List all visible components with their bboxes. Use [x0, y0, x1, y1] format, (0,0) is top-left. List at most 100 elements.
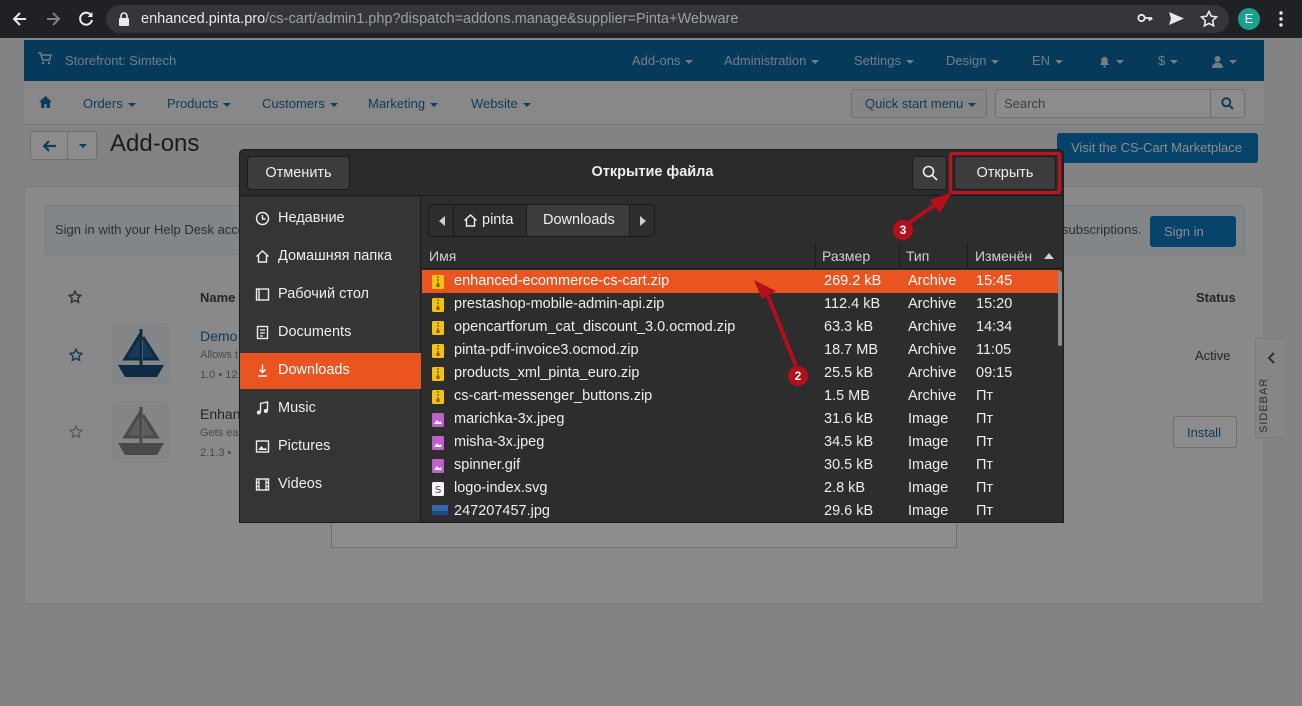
- file-modified: 15:45: [976, 273, 1013, 289]
- place-documents[interactable]: Documents: [240, 315, 421, 351]
- place-label: Downloads: [278, 362, 350, 378]
- back-arrow-icon[interactable]: [10, 9, 30, 29]
- file-type: Image: [908, 503, 949, 519]
- file-modified: Пт: [976, 457, 994, 473]
- file-row[interactable]: products_xml_pinta_euro.zip 25.5 kB Archiv…: [422, 362, 1060, 385]
- file-row[interactable]: Slogo-index.svg 2.8 kB Image Пт: [422, 477, 1060, 500]
- archive-icon: [432, 367, 444, 381]
- clock-icon: [255, 211, 270, 226]
- forward-arrow-icon[interactable]: [43, 9, 63, 29]
- desktop-icon: [255, 287, 270, 302]
- document-icon: [255, 325, 270, 340]
- image-file-icon: [432, 413, 444, 427]
- file-row[interactable]: misha-3x.jpeg 34.5 kB Image Пт: [422, 431, 1060, 454]
- open-button[interactable]: Открыть: [954, 156, 1056, 190]
- place-pictures[interactable]: Pictures: [240, 429, 421, 465]
- col-filename[interactable]: Имя: [429, 248, 456, 264]
- file-open-dialog: Отменить Открытие файла Открыть Недавние…: [239, 149, 1064, 523]
- file-name: cs-cart-messenger_buttons.zip: [454, 388, 653, 404]
- file-row[interactable]: enhanced-ecommerce-cs-cart.zip 269.2 kB Ar…: [422, 270, 1060, 293]
- image-file-icon: [432, 505, 448, 515]
- file-row[interactable]: 247207457.jpg 29.6 kB Image Пт: [422, 500, 1060, 522]
- col-size[interactable]: Размер: [822, 248, 870, 264]
- file-size: 1.5 MB: [824, 388, 870, 404]
- video-icon: [255, 477, 270, 492]
- place-videos[interactable]: Videos: [240, 467, 421, 503]
- place-label: Домашняя папка: [278, 248, 392, 264]
- place-label: Pictures: [278, 438, 331, 454]
- place-recent[interactable]: Недавние: [240, 201, 421, 237]
- path-downloads[interactable]: Downloads: [526, 204, 630, 237]
- browser-toolbar: enhanced.pinta.pro/cs-cart/admin1.php?di…: [0, 0, 1302, 38]
- file-modified: Пт: [976, 388, 994, 404]
- file-row[interactable]: marichka-3x.jpeg 31.6 kB Image Пт: [422, 408, 1060, 431]
- file-modified: Пт: [976, 411, 994, 427]
- file-name: products_xml_pinta_euro.zip: [454, 365, 640, 381]
- place-label: Videos: [278, 476, 323, 492]
- home-icon: [463, 213, 478, 228]
- file-size: 25.5 kB: [824, 365, 874, 381]
- file-size: 18.7 MB: [824, 342, 878, 358]
- file-type: Archive: [908, 388, 957, 404]
- place-music[interactable]: Music: [240, 391, 421, 427]
- image-file-icon: [432, 459, 444, 473]
- file-type: Archive: [908, 296, 957, 312]
- search-icon: [913, 165, 946, 181]
- dialog-search-button[interactable]: [912, 156, 947, 190]
- place-downloads[interactable]: Downloads: [240, 353, 421, 389]
- file-type: Image: [908, 480, 949, 496]
- file-type: Image: [908, 434, 949, 450]
- send-icon[interactable]: [1168, 10, 1185, 27]
- col-modified[interactable]: Изменён: [975, 248, 1032, 264]
- file-type: Archive: [908, 319, 957, 335]
- file-modified: 09:15: [976, 365, 1013, 381]
- file-modified: Пт: [976, 434, 994, 450]
- path-scroll-right[interactable]: [629, 204, 655, 237]
- file-name: opencartforum_cat_discount_3.0.ocmod.zip: [454, 319, 736, 335]
- file-size: 2.8 kB: [824, 480, 866, 496]
- file-row[interactable]: spinner.gif 30.5 kB Image Пт: [422, 454, 1060, 477]
- file-size: 29.6 kB: [824, 503, 874, 519]
- place-desktop[interactable]: Рабочий стол: [240, 277, 421, 313]
- col-type[interactable]: Тип: [906, 248, 929, 264]
- file-list-scrollbar[interactable]: [1058, 271, 1062, 346]
- lock-icon: [118, 12, 130, 26]
- address-bar[interactable]: enhanced.pinta.pro/cs-cart/admin1.php?di…: [106, 5, 1229, 33]
- path-scroll-left[interactable]: [428, 204, 454, 237]
- path-home-pinta[interactable]: pinta: [453, 204, 527, 237]
- path-segment-label: Downloads: [543, 212, 615, 228]
- reload-icon[interactable]: [76, 9, 96, 29]
- file-type: Archive: [908, 342, 957, 358]
- file-size: 34.5 kB: [824, 434, 874, 450]
- profile-avatar[interactable]: E: [1238, 8, 1260, 30]
- file-size: 63.3 kB: [824, 319, 874, 335]
- file-type: Archive: [908, 273, 957, 289]
- place-home[interactable]: Домашняя папка: [240, 239, 421, 275]
- file-row[interactable]: pinta-pdf-invoice3.ocmod.zip 18.7 MB Archi…: [422, 339, 1060, 362]
- file-modified: Пт: [976, 503, 994, 519]
- file-row[interactable]: prestashop-mobile-admin-api.zip 112.4 kB A…: [422, 293, 1060, 316]
- file-modified: Пт: [976, 480, 994, 496]
- dialog-header: Отменить Открытие файла Открыть: [240, 150, 1063, 196]
- archive-icon: [432, 344, 444, 358]
- url-text: enhanced.pinta.pro/cs-cart/admin1.php?di…: [141, 11, 739, 27]
- place-label: Music: [278, 400, 316, 416]
- key-icon[interactable]: [1137, 10, 1153, 26]
- file-row[interactable]: opencartforum_cat_discount_3.0.ocmod.zip…: [422, 316, 1060, 339]
- file-name: marichka-3x.jpeg: [454, 411, 565, 427]
- places-sidebar: Недавние Домашняя папка Рабочий стол Doc…: [240, 197, 421, 522]
- file-modified: 14:34: [976, 319, 1013, 335]
- svg-text:S: S: [435, 485, 441, 496]
- archive-icon: [432, 275, 444, 289]
- sort-ascending-icon: [1044, 253, 1054, 259]
- file-name: pinta-pdf-invoice3.ocmod.zip: [454, 342, 639, 358]
- file-name: logo-index.svg: [454, 480, 548, 496]
- file-modified: 11:05: [976, 342, 1012, 358]
- bookmark-star-icon[interactable]: [1200, 10, 1218, 28]
- browser-menu-icon[interactable]: [1278, 10, 1284, 28]
- place-label: Недавние: [278, 210, 345, 226]
- picture-icon: [255, 439, 270, 454]
- place-label: Рабочий стол: [278, 286, 370, 302]
- file-size: 30.5 kB: [824, 457, 874, 473]
- file-row[interactable]: cs-cart-messenger_buttons.zip 1.5 MB Archi…: [422, 385, 1060, 408]
